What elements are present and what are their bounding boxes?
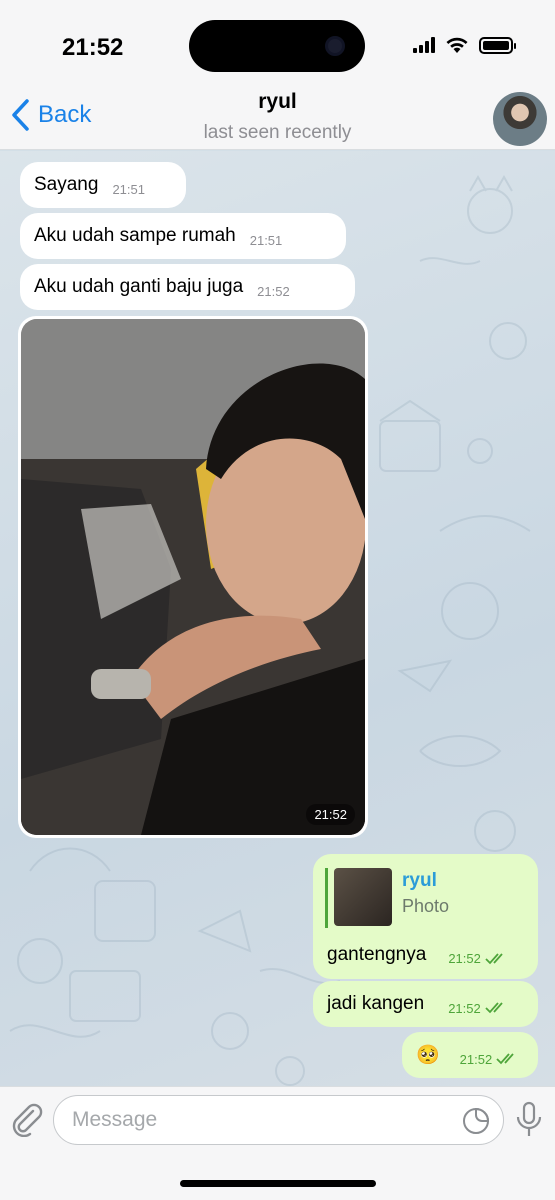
home-indicator [180, 1180, 376, 1187]
microphone-icon[interactable] [513, 1101, 545, 1139]
message-time: 21:52 [448, 1000, 481, 1016]
photo-message[interactable]: 21:52 [18, 316, 368, 838]
message-time: 21:51 [249, 232, 283, 248]
contact-name[interactable]: ryul [0, 90, 555, 114]
status-time: 21:52 [62, 34, 124, 61]
message-text: Aku udah ganti baju juga [34, 276, 244, 297]
chat-header: 21:52 Back ryul last seen recently [0, 0, 555, 150]
double-check-icon [496, 1053, 514, 1065]
message-bubble[interactable]: Aku udah ganti baju juga 21:52 [20, 264, 355, 310]
message-bubble[interactable]: 🥺 21:52 [402, 1032, 538, 1078]
double-check-icon [485, 952, 503, 964]
camera-icon [325, 36, 345, 56]
dynamic-island [189, 20, 365, 72]
paperclip-icon[interactable] [10, 1101, 44, 1137]
photo-placeholder [21, 319, 365, 835]
wifi-icon [446, 37, 468, 53]
double-check-icon [485, 1002, 503, 1014]
message-time: 21:52 [448, 951, 481, 966]
reply-message[interactable]: ryul Photo gantengnya 21:52 [313, 854, 538, 979]
message-input[interactable] [72, 1108, 432, 1132]
message-time: 21:52 [257, 283, 290, 299]
message-text: jadi kangen [327, 993, 425, 1014]
battery-icon [479, 36, 516, 54]
chat-area[interactable]: Sayang 21:51 Aku udah sampe rumah 21:51 … [0, 151, 555, 1086]
quoted-photo-thumbnail [334, 868, 392, 926]
message-text: Aku udah sampe rumah [34, 225, 236, 246]
avatar[interactable] [493, 92, 547, 146]
composer-bar [0, 1086, 555, 1200]
photo-time: 21:52 [306, 804, 355, 825]
message-text: Sayang [34, 174, 99, 195]
message-time: 21:52 [459, 1051, 493, 1067]
message-bubble[interactable]: Sayang 21:51 [20, 162, 186, 208]
quoted-type: Photo [402, 896, 450, 916]
message-input-field[interactable] [53, 1095, 504, 1145]
quoted-sender: ryul [402, 870, 437, 891]
status-icons [413, 36, 516, 54]
quoted-message[interactable]: ryul Photo [325, 868, 525, 928]
message-text: gantengnya [327, 943, 427, 965]
message-bubble[interactable]: jadi kangen 21:52 [313, 981, 538, 1027]
photo-image[interactable]: 21:52 [21, 319, 365, 835]
last-seen-status: last seen recently [203, 122, 352, 143]
message-text: 🥺 [416, 1045, 440, 1066]
message-time: 21:51 [112, 181, 145, 197]
signal-icon [413, 37, 435, 53]
sticker-icon[interactable] [461, 1106, 491, 1136]
message-bubble[interactable]: Aku udah sampe rumah 21:51 [20, 213, 346, 259]
